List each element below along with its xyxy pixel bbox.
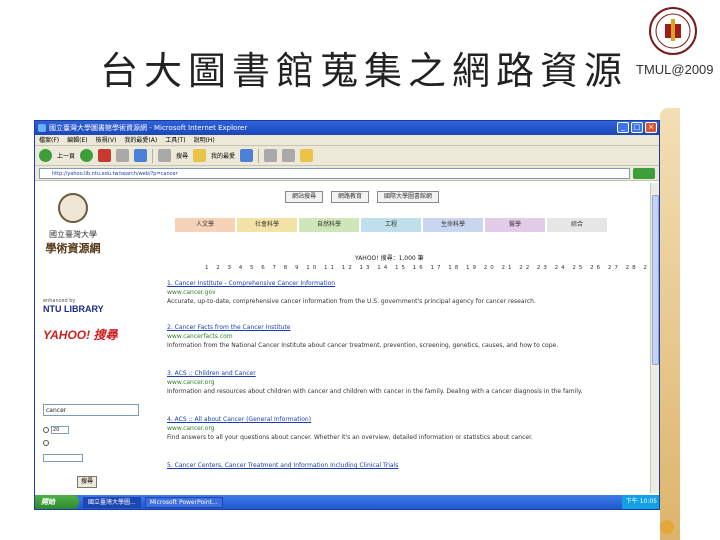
radio-icon[interactable] [43,427,49,433]
tab-engineering[interactable]: 工程 [361,218,421,232]
close-button[interactable]: × [645,122,657,133]
option-row-1[interactable]: 20 [43,426,69,434]
address-input[interactable]: http://yahoo.lib.ntu.edu.tw/search/web/?… [39,167,630,179]
pager[interactable]: 1 2 3 4 5 6 7 8 9 10 11 12 13 14 15 16 1… [205,263,659,271]
print-icon[interactable] [282,149,296,162]
start-button[interactable]: 開始 [35,495,79,509]
forward-icon[interactable] [80,149,94,162]
menu-favorites[interactable]: 我的最愛(A) [124,135,157,145]
search-input[interactable]: cancer [43,404,139,416]
result-url[interactable]: www.cancerfacts.com [167,332,607,341]
results-select[interactable]: 20 [51,426,69,434]
ntu-seal-icon [58,193,88,223]
tab-social-science[interactable]: 社會科學 [237,218,297,232]
browser-window: 國立臺灣大學圖書館學術資源網 - Microsoft Internet Expl… [34,120,660,510]
address-bar: http://yahoo.lib.ntu.edu.tw/search/web/?… [35,166,659,181]
result-snippet: Find answers to all your questions about… [167,434,533,441]
radio-icon[interactable] [43,440,49,446]
menu-bar: 檔案(F) 編輯(E) 檢視(V) 我的最愛(A) 工具(T) 說明(H) [35,135,659,146]
yahoo-logo: YAHOO! 搜尋 [43,328,118,342]
tab-general[interactable]: 綜合 [547,218,607,232]
category-tabs: 人文學 社會科學 自然科學 工程 生命科學 醫學 綜合 [175,218,607,232]
favorites-icon[interactable] [193,149,207,162]
history-icon[interactable] [240,149,254,162]
toolbar: 上一頁 搜尋 我的最愛 [35,146,659,166]
menu-help[interactable]: 說明(H) [194,135,215,145]
result-title[interactable]: 3. ACS :: Children and Cancer [167,369,607,378]
favorites-label[interactable]: 我的最愛 [211,151,235,160]
scope-select[interactable] [43,454,83,462]
result-item: 5. Cancer Centers, Cancer Treatment and … [167,461,607,470]
page-content: 國立臺灣大學 學術資源網 enhanced by NTU LIBRARY YAH… [35,183,659,493]
result-title[interactable]: 1. Cancer Institute - Comprehensive Canc… [167,279,607,288]
taskbar: 開始 國立臺灣大學圖... Microsoft PowerPoint... 下午… [35,495,659,509]
option-row-3[interactable] [43,454,83,462]
result-url[interactable]: www.cancer.org [167,378,607,387]
ie-icon [38,124,46,132]
result-snippet: Accurate, up-to-date, comprehensive canc… [167,298,536,305]
university-seal-icon [649,7,697,55]
result-title[interactable]: 4. ACS :: All about Cancer (General Info… [167,415,607,424]
result-url[interactable]: www.cancer.org [167,424,607,433]
result-item: 3. ACS :: Children and Cancer www.cancer… [167,369,607,396]
result-count: YAHOO! 搜尋：1,000 筆 [355,255,424,262]
search-label[interactable]: 搜尋 [176,151,188,160]
result-title[interactable]: 2. Cancer Facts from the Cancer Institut… [167,323,607,332]
result-url[interactable]: www.cancer.gov [167,288,607,297]
back-icon[interactable] [39,149,52,162]
nav-buttons: 網站搜尋 網路教育 國際大學圖書館網 [285,191,440,203]
menu-view[interactable]: 檢視(V) [96,135,117,145]
ntu-logo[interactable]: 國立臺灣大學 學術資源網 [43,193,103,288]
toolbar-separator-2 [258,148,260,163]
nav-button-3[interactable]: 國際大學圖書館網 [377,191,440,203]
search-submit-button[interactable]: 搜尋 [77,476,97,488]
nav-button-1[interactable]: 網站搜尋 [285,191,324,203]
menu-file[interactable]: 檔案(F) [39,135,59,145]
task-browser[interactable]: 國立臺灣大學圖... [83,496,141,508]
ntu-library-logo: NTU LIBRARY [43,304,104,314]
results-column: 網站搜尋 網路教育 國際大學圖書館網 人文學 社會科學 自然科學 工程 生命科學… [155,183,659,493]
decorative-bar [660,108,680,540]
task-powerpoint[interactable]: Microsoft PowerPoint... [144,496,223,508]
logo-line2: 學術資源網 [45,242,101,255]
refresh-icon[interactable] [116,149,130,162]
tab-natural-science[interactable]: 自然科學 [299,218,359,232]
nav-button-2[interactable]: 網路教育 [331,191,370,203]
tab-medicine[interactable]: 醫學 [485,218,545,232]
maximize-button[interactable]: □ [631,122,643,133]
clock: 下午 10:05 [621,495,659,509]
slide-title: 台大圖書館蒐集之網路資源 [100,49,629,93]
tab-life-science[interactable]: 生命科學 [423,218,483,232]
folder-icon[interactable] [300,149,314,162]
left-sidebar: 國立臺灣大學 學術資源網 enhanced by NTU LIBRARY YAH… [35,183,155,493]
menu-tools[interactable]: 工具(T) [165,135,185,145]
result-snippet: Information and resources about children… [167,388,583,395]
scroll-thumb[interactable] [652,195,659,365]
stop-icon[interactable] [98,149,112,162]
toolbar-separator [152,148,154,163]
vertical-scrollbar[interactable] [650,183,659,493]
search-icon[interactable] [158,149,172,162]
option-row-2[interactable] [43,440,49,446]
window-title: 國立臺灣大學圖書館學術資源網 - Microsoft Internet Expl… [49,124,248,132]
result-item: 1. Cancer Institute - Comprehensive Canc… [167,279,607,306]
menu-edit[interactable]: 編輯(E) [67,135,87,145]
back-label[interactable]: 上一頁 [57,151,75,160]
result-snippet: Information from the National Cancer Ins… [167,342,559,349]
result-title[interactable]: 5. Cancer Centers, Cancer Treatment and … [167,461,607,470]
slide-tag: TMUL@2009 [636,62,714,77]
browser-title-bar[interactable]: 國立臺灣大學圖書館學術資源網 - Microsoft Internet Expl… [35,121,659,135]
go-button[interactable] [633,167,655,179]
result-item: 2. Cancer Facts from the Cancer Institut… [167,323,607,350]
result-item: 4. ACS :: All about Cancer (General Info… [167,415,607,442]
decorative-dot [660,520,674,534]
mail-icon[interactable] [264,149,278,162]
home-icon[interactable] [134,149,148,162]
logo-line1: 國立臺灣大學 [49,230,97,239]
tab-humanities[interactable]: 人文學 [175,218,235,232]
minimize-button[interactable]: _ [617,122,629,133]
